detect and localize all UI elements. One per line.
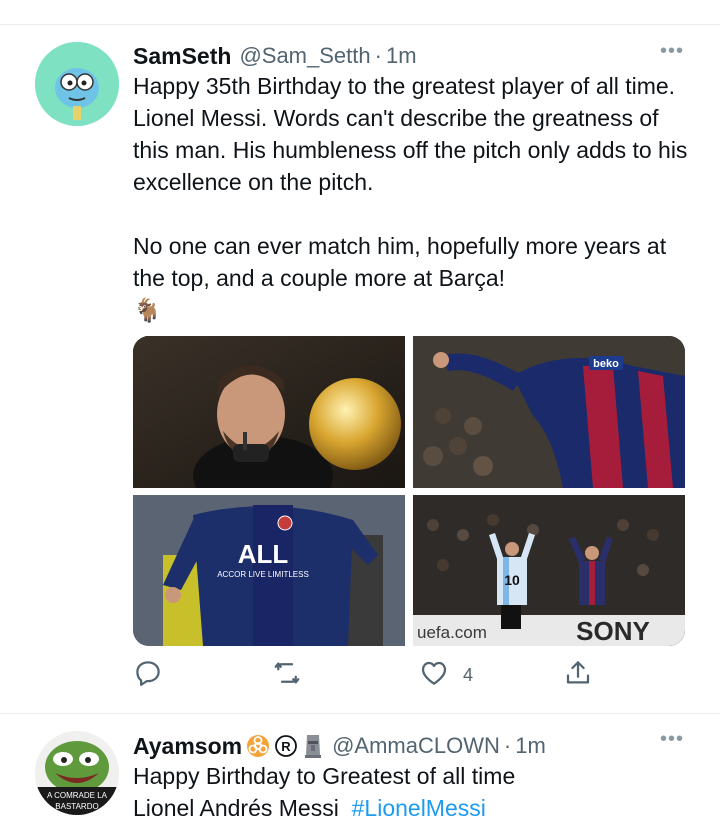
tweet-paragraph: Happy 35th Birthday to the greatest play…	[133, 73, 688, 195]
shirt-number: 10	[504, 572, 520, 588]
share-button[interactable]	[563, 658, 593, 693]
svg-text:R: R	[281, 739, 291, 754]
tweet-line-text: Lionel Andrés Messi	[133, 795, 339, 821]
avatar[interactable]	[35, 42, 119, 126]
hashtag-link[interactable]: #LionelMessi	[352, 795, 486, 821]
tweet-actions: 4	[133, 658, 603, 692]
user-handle[interactable]: @Sam_Setth	[239, 43, 370, 69]
like-count: 4	[463, 665, 474, 685]
more-options-icon[interactable]: •••	[660, 40, 684, 63]
top-divider	[0, 24, 720, 25]
more-options-icon[interactable]: •••	[660, 728, 684, 751]
tweet-header: Ayamsom R @AmmaCLOWN · 1m	[133, 730, 680, 762]
tweet[interactable]: A COMRADE LA BASTARDO Ayamsom R @AmmaCLO…	[0, 716, 720, 828]
timestamp[interactable]: 1m	[515, 733, 546, 759]
moai-badge-icon	[302, 733, 324, 759]
banner-uefa: uefa.com	[417, 623, 487, 642]
messi-ballon-dor-photo[interactable]	[133, 336, 405, 488]
retweet-button[interactable]	[271, 658, 303, 693]
display-name[interactable]: SamSeth	[133, 43, 231, 70]
separator: ·	[374, 43, 382, 68]
display-name[interactable]: Ayamsom	[133, 733, 242, 760]
avatar[interactable]: A COMRADE LA BASTARDO	[35, 731, 119, 815]
avatar-caption: BASTARDO	[55, 802, 98, 811]
tweet-line: Lionel Andrés Messi #LionelMessi	[133, 792, 693, 824]
reply-button[interactable]	[133, 658, 163, 693]
shirt-sponsor: ALL	[238, 539, 289, 569]
heart-icon	[419, 658, 449, 693]
like-button[interactable]: 4	[419, 658, 473, 693]
tweet-divider	[0, 713, 720, 714]
timestamp[interactable]: 1m	[386, 43, 417, 69]
messi-psg-photo[interactable]: ALL ACCOR LIVE LIMITLESS	[133, 495, 405, 646]
biohazard-badge-icon	[246, 734, 270, 758]
sponsor-logo: beko	[593, 358, 619, 370]
registered-badge-icon: R	[274, 734, 298, 758]
avatar-caption: A COMRADE LA	[47, 791, 108, 800]
tweet[interactable]: SamSeth @Sam_Setth · 1m ••• Happy 35th B…	[0, 28, 720, 712]
user-handle[interactable]: @AmmaCLOWN	[332, 733, 500, 759]
shirt-subtext: ACCOR LIVE LIMITLESS	[217, 570, 309, 579]
tweet-text: Happy 35th Birthday to the greatest play…	[133, 70, 693, 326]
share-icon	[563, 658, 593, 693]
tweet-header: SamSeth @Sam_Setth · 1m	[133, 40, 680, 72]
messi-applauding-photo[interactable]: uefa.com SONY 10	[413, 495, 685, 646]
banner-sony: SONY	[576, 616, 650, 646]
tweet-line: Happy Birthday to Greatest of all time	[133, 763, 516, 789]
reply-icon	[133, 658, 163, 693]
retweet-icon	[271, 658, 303, 693]
goat-emoji: 🐐	[133, 297, 162, 323]
tweet-paragraph: No one can ever match him, hopefully mor…	[133, 233, 667, 291]
media-grid: beko ALL ACCOR LIVE LIMITLESS uefa.com S…	[133, 336, 685, 646]
tweet-text: Happy Birthday to Greatest of all time L…	[133, 760, 693, 824]
separator: ·	[503, 733, 512, 758]
messi-barcelona-photo[interactable]: beko	[413, 336, 685, 488]
